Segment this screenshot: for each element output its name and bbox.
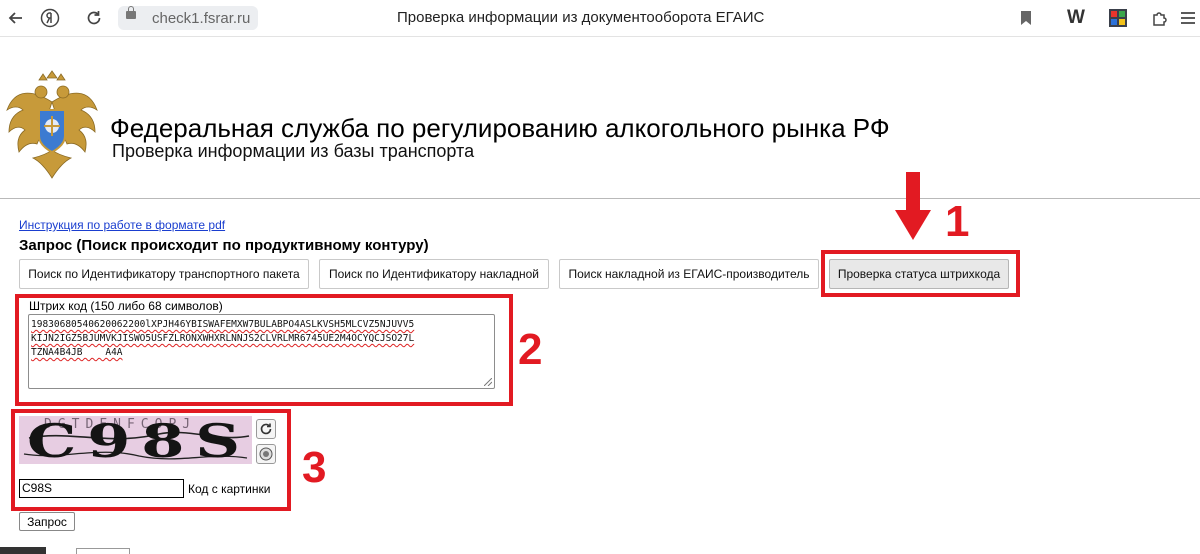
- page-title: Федеральная служба по регулированию алко…: [110, 113, 890, 143]
- annotation-number-1: 1: [945, 197, 970, 246]
- window-title: Проверка информации из документооборота …: [397, 9, 765, 26]
- browser-toolbar: check1.fsrar.ru Проверка информации из д…: [0, 0, 1200, 37]
- annotation-number-2: 2: [518, 325, 543, 374]
- bookmark-icon[interactable]: [1014, 6, 1038, 30]
- tab-transport-package-id[interactable]: Поиск по Идентификатору транспортного па…: [19, 259, 309, 289]
- pdf-instruction-link[interactable]: Инструкция по работе в формате pdf: [19, 218, 225, 232]
- page-subtitle: Проверка информации из базы транспорта: [112, 141, 475, 161]
- address-bar[interactable]: check1.fsrar.ru: [118, 6, 258, 30]
- yandex-logo-icon[interactable]: [38, 6, 62, 30]
- lock-icon: [126, 6, 136, 19]
- cropped-element: [0, 547, 46, 554]
- annotation-box-2: [15, 294, 513, 406]
- tab-egais-producer-invoice[interactable]: Поиск накладной из ЕГАИС-производитель: [559, 259, 819, 289]
- w-icon[interactable]: W: [1064, 6, 1088, 30]
- submit-button[interactable]: Запрос: [19, 512, 75, 531]
- extension-icon[interactable]: [1106, 6, 1130, 30]
- url-text: check1.fsrar.ru: [152, 10, 251, 27]
- cropped-element: [76, 548, 130, 554]
- annotation-box-3: [11, 409, 291, 511]
- reload-icon[interactable]: [82, 6, 106, 30]
- fsrar-emblem-icon: [6, 70, 98, 179]
- header-divider: [0, 198, 1200, 199]
- puzzle-icon[interactable]: [1148, 6, 1172, 30]
- annotation-box-1: [821, 250, 1020, 297]
- tab-invoice-id[interactable]: Поиск по Идентификатору накладной: [319, 259, 549, 289]
- query-title: Запрос (Поиск происходит по продуктивном…: [19, 237, 429, 254]
- red-arrow-down-icon: [895, 172, 931, 240]
- annotation-number-3: 3: [302, 443, 327, 492]
- menu-icon[interactable]: [1176, 6, 1200, 30]
- back-arrow-icon[interactable]: [4, 6, 28, 30]
